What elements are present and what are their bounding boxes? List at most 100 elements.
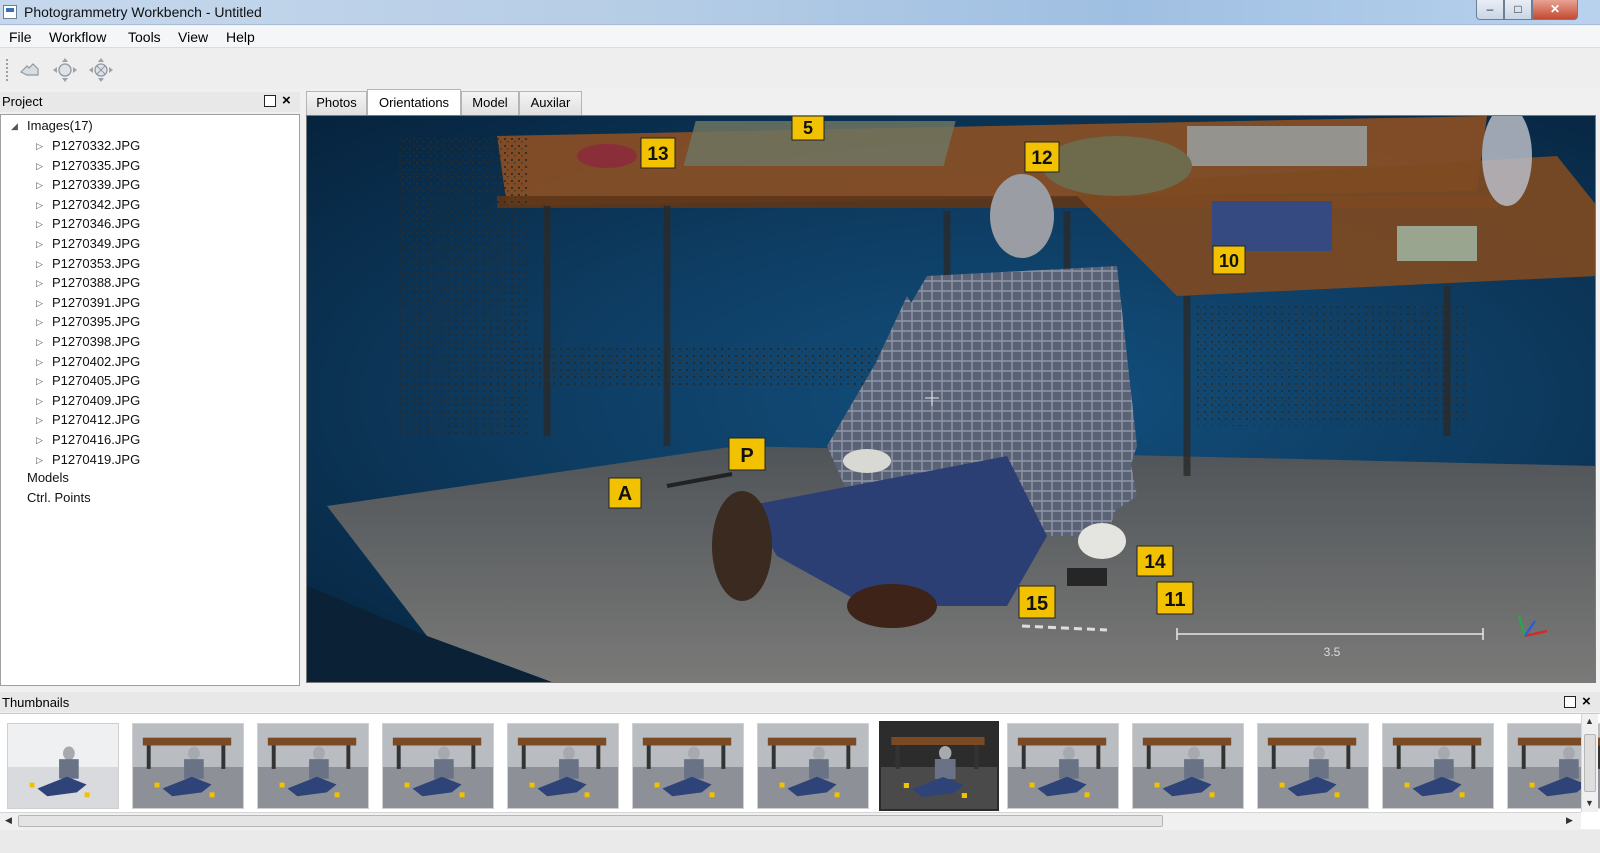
menu-tools[interactable]: Tools — [128, 29, 161, 45]
marker-15: 15 — [1026, 593, 1048, 615]
tree-node-image[interactable]: P1270416.JPG — [52, 432, 140, 447]
tree-node-image[interactable]: P1270349.JPG — [52, 236, 140, 251]
pistol — [1067, 568, 1107, 586]
expand-arrow-icon[interactable]: ▷ — [36, 415, 43, 426]
marker-5: 5 — [803, 118, 813, 138]
scroll-right-icon[interactable]: ▶ — [1566, 815, 1573, 826]
hand-pan-icon[interactable] — [16, 57, 44, 83]
tab-auxilar[interactable]: Auxilar — [519, 91, 582, 115]
expand-arrow-icon[interactable]: ▷ — [36, 337, 43, 348]
menu-bar: File Workflow Tools View Help — [0, 26, 1600, 48]
menu-view[interactable]: View — [178, 29, 208, 45]
tab-model[interactable]: Model — [461, 91, 519, 115]
dock-float-icon[interactable] — [1564, 696, 1576, 708]
thumbnail-vertical-scrollbar[interactable]: ▲ ▼ — [1581, 714, 1598, 812]
close-button[interactable]: ✕ — [1532, 0, 1578, 20]
project-tree: ◢ Images(17) ▷ P1270332.JPG ▷ P1270335.JPG ▷… — [0, 114, 300, 686]
expand-arrow-icon[interactable]: ▷ — [36, 219, 43, 230]
horizontal-scroll-thumb[interactable] — [18, 815, 1163, 827]
marker-14: 14 — [1144, 552, 1166, 573]
tree-node-image[interactable]: P1270342.JPG — [52, 197, 140, 212]
toolbar-grip[interactable] — [6, 59, 9, 81]
scroll-left-icon[interactable]: ◀ — [5, 815, 12, 826]
thumbnail-image[interactable] — [1132, 723, 1244, 809]
thumbnail-strip: ▲ ▼ ◀ ▶ — [0, 713, 1600, 829]
move-tool-icon[interactable] — [51, 57, 79, 83]
tree-node-image[interactable]: P1270332.JPG — [52, 138, 140, 153]
tree-node-image[interactable]: P1270388.JPG — [52, 275, 140, 290]
thumbnail-image[interactable] — [1007, 723, 1119, 809]
expand-arrow-icon[interactable]: ▷ — [36, 278, 43, 289]
rotate-tool-icon[interactable] — [87, 57, 115, 83]
tree-node-image[interactable]: P1270335.JPG — [52, 158, 140, 173]
tab-photos[interactable]: Photos — [306, 91, 367, 115]
expand-arrow-icon[interactable]: ▷ — [36, 298, 43, 309]
point-cloud-viewport[interactable]: 13 5 12 10 P A 14 15 11 3.5 — [306, 115, 1596, 683]
menu-workflow[interactable]: Workflow — [49, 29, 106, 45]
thumbnail-image[interactable] — [1382, 723, 1494, 809]
expand-arrow-icon[interactable]: ▷ — [36, 180, 43, 191]
project-dock-title: Project — [2, 94, 43, 109]
right-glove — [1078, 523, 1126, 559]
blue-box — [1212, 201, 1332, 251]
red-object — [577, 144, 637, 168]
minimize-button[interactable]: – — [1476, 0, 1504, 20]
dock-close-icon[interactable]: × — [282, 92, 291, 109]
tree-node-image[interactable]: P1270402.JPG — [52, 354, 140, 369]
point-cloud-scene: 13 5 12 10 P A 14 15 11 3.5 — [307, 116, 1595, 682]
expand-arrow-icon[interactable]: ▷ — [36, 239, 43, 250]
tree-node-image[interactable]: P1270395.JPG — [52, 314, 140, 329]
vertical-scroll-thumb[interactable] — [1584, 734, 1596, 792]
tree-node-image[interactable]: P1270391.JPG — [52, 295, 140, 310]
menu-help[interactable]: Help — [226, 29, 255, 45]
tree-node-ctrl-points[interactable]: Ctrl. Points — [27, 490, 91, 505]
expand-arrow-icon[interactable]: ▷ — [36, 455, 43, 466]
marker-p: P — [740, 445, 753, 467]
thumbnail-image[interactable] — [879, 721, 999, 811]
expand-arrow-icon[interactable]: ▷ — [36, 141, 43, 152]
thumbnail-image[interactable] — [757, 723, 869, 809]
tree-node-image[interactable]: P1270409.JPG — [52, 393, 140, 408]
thumbnail-image[interactable] — [632, 723, 744, 809]
expand-arrow-icon[interactable]: ▷ — [36, 161, 43, 172]
tree-node-image[interactable]: P1270353.JPG — [52, 256, 140, 271]
maximize-button[interactable]: □ — [1504, 0, 1532, 20]
green-item — [1397, 226, 1477, 261]
mannequin-head — [990, 174, 1054, 258]
expand-arrow-icon[interactable]: ▷ — [36, 200, 43, 211]
drawer-unit — [397, 136, 527, 436]
thumbnail-image[interactable] — [507, 723, 619, 809]
tree-node-images[interactable]: Images(17) — [27, 118, 93, 133]
expand-arrow-icon[interactable]: ▷ — [36, 396, 43, 407]
tree-node-image[interactable]: P1270346.JPG — [52, 216, 140, 231]
tree-node-image[interactable]: P1270339.JPG — [52, 177, 140, 192]
tab-orientations[interactable]: Orientations — [367, 89, 461, 115]
expand-arrow-icon[interactable]: ▷ — [36, 435, 43, 446]
expand-arrow-icon[interactable]: ▷ — [36, 317, 43, 328]
tree-node-image[interactable]: P1270419.JPG — [52, 452, 140, 467]
expand-arrow-icon[interactable]: ▷ — [36, 357, 43, 368]
thumbnail-image[interactable] — [257, 723, 369, 809]
marker-11: 11 — [1164, 589, 1185, 611]
marker-12: 12 — [1031, 148, 1052, 169]
tree-node-image[interactable]: P1270412.JPG — [52, 412, 140, 427]
thumbnail-image[interactable] — [132, 723, 244, 809]
thumbnail-image[interactable] — [382, 723, 494, 809]
thumbnail-image[interactable] — [1257, 723, 1369, 809]
dock-float-icon[interactable] — [264, 95, 276, 107]
menu-file[interactable]: File — [9, 29, 32, 45]
tree-node-image[interactable]: P1270398.JPG — [52, 334, 140, 349]
scroll-up-icon[interactable]: ▲ — [1585, 716, 1594, 726]
thumbnail-horizontal-scrollbar[interactable]: ◀ ▶ — [0, 812, 1581, 829]
marker-13: 13 — [647, 144, 668, 165]
right-table-frame — [1197, 306, 1467, 426]
scroll-down-icon[interactable]: ▼ — [1585, 798, 1594, 808]
thumbnail-image[interactable] — [7, 723, 119, 809]
expand-arrow-icon[interactable]: ▷ — [36, 376, 43, 387]
expand-arrow-icon[interactable]: ▷ — [36, 259, 43, 270]
tree-node-image[interactable]: P1270405.JPG — [52, 373, 140, 388]
expand-arrow-icon[interactable]: ◢ — [11, 121, 18, 132]
tree-node-models[interactable]: Models — [27, 470, 69, 485]
left-glove — [843, 449, 891, 473]
dock-close-icon[interactable]: × — [1582, 693, 1591, 710]
